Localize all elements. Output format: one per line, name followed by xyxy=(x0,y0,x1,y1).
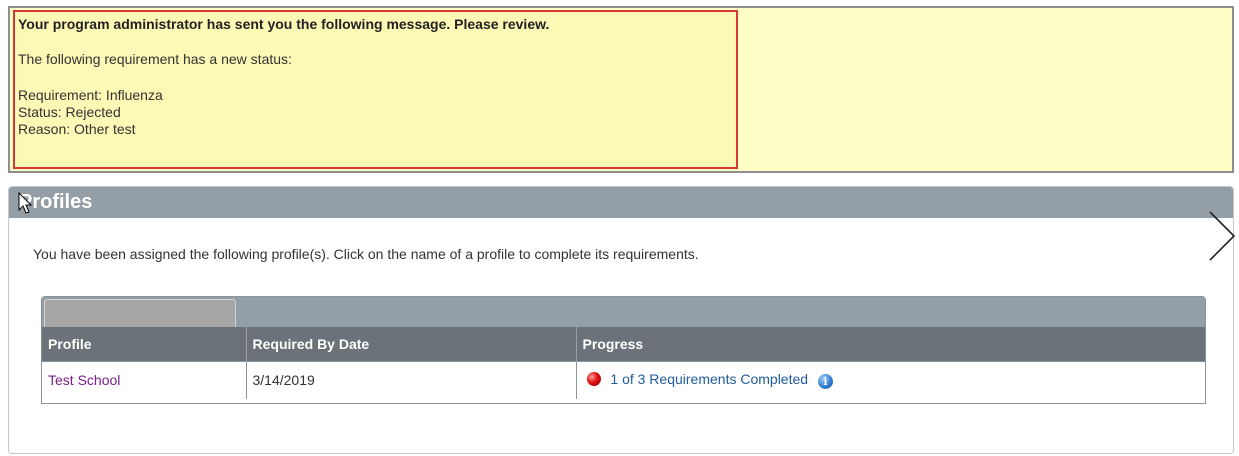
profile-link[interactable]: Test School xyxy=(48,372,120,388)
profiles-table: Profile Required By Date Progress Test S… xyxy=(41,296,1206,404)
progress-link[interactable]: 1 of 3 Requirements Completed xyxy=(610,371,808,387)
profiles-panel: Profiles You have been assigned the foll… xyxy=(8,186,1234,454)
column-header-profile: Profile xyxy=(42,327,247,361)
message-requirement: Requirement: Influenza xyxy=(18,87,163,103)
table-header-row: Profile Required By Date Progress xyxy=(42,327,1205,361)
message-reason: Reason: Other test xyxy=(18,121,136,137)
info-icon[interactable]: i xyxy=(817,374,833,390)
profiles-intro: You have been assigned the following pro… xyxy=(33,246,699,262)
message-heading: Your program administrator has sent you … xyxy=(18,16,550,32)
table-tab-bar xyxy=(42,297,1205,327)
red-status-dot-icon xyxy=(586,372,601,387)
chevron-right-icon[interactable] xyxy=(1206,210,1238,262)
table-row: Test School 3/14/2019 1 of 3 Requirement… xyxy=(42,360,1205,399)
mouse-pointer-icon xyxy=(18,191,34,216)
profile-cell: Test School xyxy=(42,360,247,399)
column-header-progress: Progress xyxy=(576,327,1205,361)
column-header-required-by-date: Required By Date xyxy=(246,327,577,361)
table-tab[interactable] xyxy=(44,299,236,327)
message-status: Status: Rejected xyxy=(18,104,121,120)
message-content: Your program administrator has sent you … xyxy=(18,16,718,138)
required-by-cell: 3/14/2019 xyxy=(246,360,577,399)
message-intro: The following requirement has a new stat… xyxy=(18,51,292,67)
progress-cell: 1 of 3 Requirements Completed i xyxy=(576,360,1205,399)
profiles-title: Profiles xyxy=(9,187,1233,218)
message-banner: Your program administrator has sent you … xyxy=(8,6,1234,173)
